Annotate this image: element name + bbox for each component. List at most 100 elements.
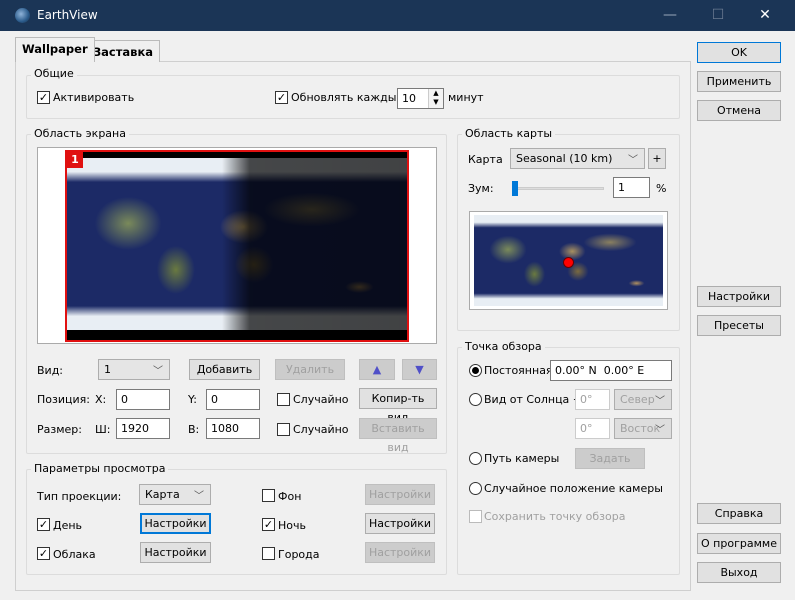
monitor-number: 1 — [67, 152, 83, 168]
title-bar: EarthView — ☐ ✕ — [0, 0, 795, 31]
apply-button[interactable]: Применить — [697, 71, 781, 92]
settings-button[interactable]: Настройки — [697, 286, 781, 307]
day-checkbox[interactable]: ✓ — [37, 518, 50, 531]
sun-lat-input[interactable]: 0° — [575, 389, 610, 410]
zoom-slider-track[interactable] — [512, 187, 604, 190]
width-input[interactable]: 1920 — [116, 418, 170, 439]
presets-button[interactable]: Пресеты — [697, 315, 781, 336]
about-button[interactable]: О программе — [697, 533, 781, 554]
random-size-label: Случайно — [293, 423, 349, 436]
random-position-label: Случайно — [293, 393, 349, 406]
move-up-button[interactable]: ▲ — [359, 359, 395, 380]
background-settings-button[interactable]: Настройки — [365, 484, 435, 505]
sun-label: Вид от Солнца + — [484, 393, 583, 406]
exit-button[interactable]: Выход — [697, 562, 781, 583]
set-camera-path-button[interactable]: Задать — [575, 448, 645, 469]
help-button[interactable]: Справка — [697, 503, 781, 524]
background-checkbox[interactable] — [262, 489, 275, 502]
add-view-button[interactable]: Добавить — [189, 359, 260, 380]
maximize-button[interactable]: ☐ — [698, 4, 738, 26]
zoom-unit: % — [656, 182, 667, 195]
save-viewpoint-checkbox[interactable] — [469, 510, 482, 523]
random-position-checkbox[interactable] — [277, 393, 290, 406]
camera-path-label: Путь камеры — [484, 452, 560, 465]
map-label: Карта — [468, 153, 503, 166]
add-map-button[interactable]: + — [648, 148, 666, 169]
height-input[interactable]: 1080 — [206, 418, 260, 439]
view-select[interactable]: 1 ﹀ — [98, 359, 170, 380]
update-label: Обновлять каждые — [291, 91, 404, 104]
zoom-slider-thumb[interactable] — [512, 181, 518, 196]
random-camera-radio[interactable] — [469, 482, 482, 495]
activate-label: Активировать — [53, 91, 135, 104]
ok-button[interactable]: OK — [697, 42, 781, 63]
view-value: 1 — [104, 363, 111, 376]
zoom-label: Зум: — [468, 182, 494, 195]
clouds-checkbox[interactable]: ✓ — [37, 547, 50, 560]
sun-lat-dir-value: Север — [620, 393, 655, 406]
monitor-1[interactable]: 1 — [65, 150, 409, 342]
close-button[interactable]: ✕ — [745, 4, 785, 26]
update-spinner[interactable]: ▲ ▼ — [428, 89, 443, 108]
y-value: 0 — [211, 393, 218, 406]
background-label: Фон — [278, 490, 302, 503]
map-select[interactable]: Seasonal (10 km) ﹀ — [510, 148, 645, 169]
minimize-button[interactable]: — — [650, 4, 690, 26]
y-label: Y: — [188, 393, 197, 406]
cities-settings-button[interactable]: Настройки — [365, 542, 435, 563]
zoom-input[interactable]: 1 — [613, 177, 650, 198]
width-value: 1920 — [121, 422, 149, 435]
chevron-down-icon: ﹀ — [153, 366, 163, 377]
tab-screensaver[interactable]: Заставка — [86, 40, 161, 62]
clouds-settings-button[interactable]: Настройки — [140, 542, 211, 563]
x-label: X: — [95, 393, 107, 406]
random-camera-label: Случайное положение камеры — [484, 482, 663, 495]
sun-lat-value: 0° — [580, 393, 593, 406]
projection-value: Карта — [145, 488, 180, 501]
tab-wallpaper[interactable]: Wallpaper — [15, 37, 95, 62]
camera-path-radio[interactable] — [469, 452, 482, 465]
viewpoint-marker-icon[interactable] — [563, 257, 574, 268]
move-down-button[interactable]: ▼ — [402, 359, 437, 380]
sun-lon-dir-select[interactable]: Восток ﹀ — [614, 418, 672, 439]
x-input[interactable]: 0 — [116, 389, 170, 410]
projection-select[interactable]: Карта ﹀ — [139, 484, 211, 505]
chevron-down-icon: ﹀ — [628, 155, 638, 166]
y-input[interactable]: 0 — [206, 389, 260, 410]
cancel-button[interactable]: Отмена — [697, 100, 781, 121]
sun-lat-dir-select[interactable]: Север ﹀ — [614, 389, 672, 410]
sun-lon-value: 0° — [580, 422, 593, 435]
random-size-checkbox[interactable] — [277, 423, 290, 436]
night-label: Ночь — [278, 519, 306, 532]
view-label: Вид: — [37, 364, 64, 377]
zoom-value: 1 — [618, 181, 625, 194]
fixed-coords-input[interactable]: 0.00° N 0.00° E — [550, 360, 672, 381]
activate-checkbox[interactable]: ✓ — [37, 91, 50, 104]
cities-label: Города — [278, 548, 320, 561]
update-unit: минут — [448, 91, 484, 104]
cities-checkbox[interactable] — [262, 547, 275, 560]
fixed-label: Постоянная — [484, 364, 553, 377]
day-settings-button[interactable]: Настройки — [140, 513, 211, 534]
night-shadow — [222, 158, 407, 330]
delete-view-button[interactable]: Удалить — [275, 359, 345, 380]
x-value: 0 — [121, 393, 128, 406]
position-label: Позиция: — [37, 393, 90, 406]
map-preview[interactable] — [469, 211, 668, 310]
map-area-title: Область карты — [462, 127, 556, 140]
screen-area-title: Область экрана — [31, 127, 129, 140]
night-checkbox[interactable]: ✓ — [262, 518, 275, 531]
copy-view-button[interactable]: Копир-ть вид — [359, 388, 437, 424]
sun-radio[interactable] — [469, 393, 482, 406]
save-viewpoint-label: Сохранить точку обзора — [484, 510, 626, 523]
paste-view-button[interactable]: Вставить вид — [359, 418, 437, 454]
chevron-down-icon: ﹀ — [655, 425, 665, 436]
size-label: Размер: — [37, 423, 82, 436]
viewpoint-title: Точка обзора — [462, 340, 545, 353]
sun-lon-input[interactable]: 0° — [575, 418, 610, 439]
fixed-radio[interactable] — [469, 364, 482, 377]
night-settings-button[interactable]: Настройки — [365, 513, 435, 534]
width-label: Ш: — [95, 423, 111, 436]
app-logo-icon — [15, 8, 30, 23]
update-checkbox[interactable]: ✓ — [275, 91, 288, 104]
